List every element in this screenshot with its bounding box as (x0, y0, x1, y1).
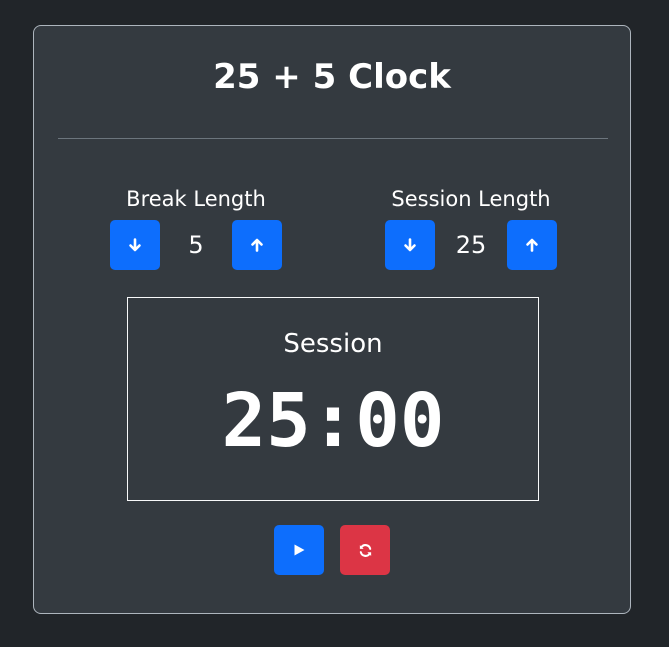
break-length-value: 5 (188, 231, 204, 259)
timer-actions (34, 525, 630, 575)
timer-panel: Session 25:00 (127, 297, 539, 501)
timer-label: Session (283, 329, 383, 359)
clock-card: 25 + 5 Clock Break Length 5 Session Leng… (33, 25, 631, 614)
app-title: 25 + 5 Clock (213, 57, 451, 97)
break-increment-button[interactable] (232, 220, 282, 270)
refresh-icon (358, 543, 373, 558)
break-decrement-button[interactable] (110, 220, 160, 270)
start-stop-button[interactable] (274, 525, 324, 575)
session-label: Session Length (391, 187, 551, 211)
divider (58, 138, 608, 139)
break-control: Break Length 5 (96, 184, 296, 270)
session-control: Session Length 25 (371, 184, 571, 270)
play-icon (292, 543, 306, 557)
break-control-row: 5 (96, 220, 296, 270)
session-decrement-button[interactable] (385, 220, 435, 270)
arrow-up-icon (250, 238, 264, 252)
arrow-down-icon (128, 238, 142, 252)
session-length-value: 25 (455, 231, 487, 259)
time-left-display: 25:00 (221, 378, 445, 464)
reset-button[interactable] (340, 525, 390, 575)
arrow-up-icon (525, 238, 539, 252)
break-label: Break Length (126, 187, 266, 211)
session-control-row: 25 (371, 220, 571, 270)
arrow-down-icon (403, 238, 417, 252)
session-increment-button[interactable] (507, 220, 557, 270)
